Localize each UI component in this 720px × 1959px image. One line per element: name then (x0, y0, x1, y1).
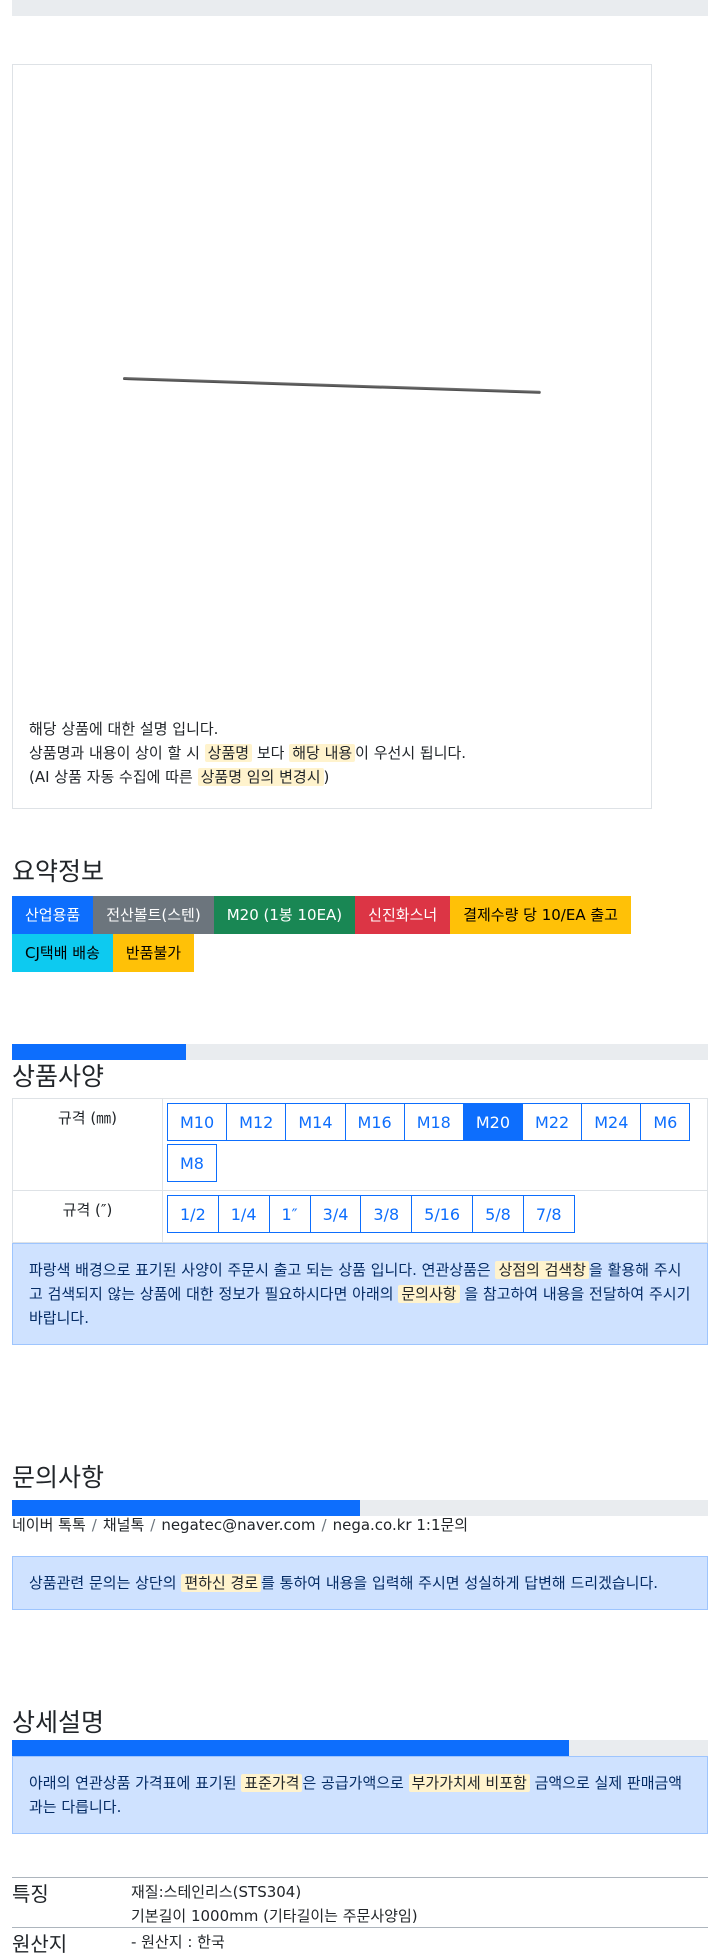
summary-badge: CJ택배 배송 (12, 934, 113, 972)
spec-option-button[interactable]: M6 (640, 1103, 691, 1141)
summary-title: 요약정보 (12, 857, 105, 886)
description-line-3: (AI 상품 자동 수집에 따른 상품명 임의 변경시) (29, 768, 330, 786)
highlight-inquiry: 문의사항 (398, 1285, 460, 1303)
highlight-preferred-route: 편하신 경로 (181, 1574, 262, 1592)
spec-option-button[interactable]: M18 (403, 1103, 464, 1141)
spec-option-button[interactable]: M16 (344, 1103, 405, 1141)
features-row: 특징 재질:스테인리스(STS304) 기본길이 1000mm (기타길이는 주… (12, 1877, 708, 1929)
features-line-1: 재질:스테인리스(STS304) (131, 1883, 302, 1901)
summary-badge: 반품불가 (112, 934, 195, 972)
description-line-2: 상품명과 내용이 상이 할 시 상품명 보다 해당 내용 이 우선시 됩니다. (29, 744, 467, 762)
highlight-product-name: 상품명 (204, 744, 253, 762)
detail-progress-bar (12, 1740, 708, 1756)
spec-row-mm: 규격 (㎜) M10 M12 M14 M16 M18 M20 M22 M24 M6 M8 (12, 1098, 708, 1191)
spec-option-button[interactable]: 1/4 (217, 1195, 270, 1233)
spec-option-button[interactable]: 3/4 (309, 1195, 362, 1233)
summary-badge: 신진화스너 (355, 896, 451, 934)
summary-badge: 결제수량 당 10/EA 출고 (450, 896, 631, 934)
summary-badge: 산업용품 (12, 896, 94, 934)
product-image-rod (122, 377, 541, 394)
description-line-1: 해당 상품에 대한 설명 입니다. (29, 720, 219, 738)
features-value: 재질:스테인리스(STS304) 기본길이 1000mm (기타길이는 주문사양… (131, 1880, 418, 1928)
spec-label-mm: 규격 (㎜) (12, 1098, 163, 1191)
spec-option-button[interactable]: M22 (522, 1103, 583, 1141)
spec-label-inch: 규격 (″) (12, 1190, 163, 1243)
origin-row: 원산지 - 원산지 : 한국 (12, 1927, 708, 1959)
features-label: 특징 (12, 1882, 49, 1906)
origin-value: - 원산지 : 한국 (131, 1933, 225, 1951)
link-separator: / (150, 1516, 156, 1534)
detail-title: 상세설명 (12, 1708, 105, 1737)
product-image-card: 해당 상품에 대한 설명 입니다. 상품명과 내용이 상이 할 시 상품명 보다… (12, 64, 652, 809)
link-separator: / (321, 1516, 327, 1534)
spec-option-button[interactable]: 3/8 (360, 1195, 413, 1233)
spec-option-button[interactable]: M12 (226, 1103, 287, 1141)
spec-options-mm: M10 M12 M14 M16 M18 M20 M22 M24 M6 M8 (163, 1099, 707, 1189)
highlight-name-change: 상품명 임의 변경시 (197, 768, 324, 786)
summary-badges-row-2: CJ택배 배송 반품불가 (12, 934, 195, 972)
highlight-standard-price: 표준가격 (241, 1774, 303, 1792)
spec-options-inch: 1/2 1/4 1″ 3/4 3/8 5/16 5/8 7/8 (163, 1191, 707, 1240)
spec-option-button[interactable]: M14 (285, 1103, 346, 1141)
spec-option-button[interactable]: 5/16 (411, 1195, 474, 1233)
spec-option-button[interactable]: M10 (167, 1103, 228, 1141)
spec-option-button[interactable]: 1″ (268, 1195, 311, 1233)
inquiry-link[interactable]: negatec@naver.com (161, 1516, 315, 1534)
detail-notice: 아래의 연관상품 가격표에 표기된 표준가격 은 공급가액으로 부가가치세 비포함… (12, 1756, 708, 1834)
product-description: 해당 상품에 대한 설명 입니다. 상품명과 내용이 상이 할 시 상품명 보다… (29, 717, 466, 789)
spec-option-button[interactable]: 1/2 (167, 1195, 219, 1233)
inquiry-link[interactable]: 채널톡 (103, 1516, 144, 1534)
spec-option-button[interactable]: M20 (462, 1103, 524, 1141)
spec-progress-bar (12, 1044, 708, 1060)
spec-title: 상품사양 (12, 1062, 105, 1091)
highlight-search-box: 상점의 검색창 (495, 1261, 590, 1279)
spec-notice: 파랑색 배경으로 표기된 사양이 주문시 출고 되는 상품 입니다. 연관상품은… (12, 1243, 708, 1345)
spec-option-button[interactable]: 7/8 (522, 1195, 575, 1233)
highlight-content: 해당 내용 (289, 744, 356, 762)
highlight-vat-excluded: 부가가치세 비포함 (408, 1774, 530, 1792)
spec-row-inch: 규격 (″) 1/2 1/4 1″ 3/4 3/8 5/16 5/8 7/8 (12, 1190, 708, 1243)
link-separator: / (91, 1516, 97, 1534)
detail-progress-fill (12, 1740, 569, 1756)
summary-badge: M20 (1봉 10EA) (213, 896, 356, 934)
top-progress-strip (12, 0, 708, 16)
spec-table: 규격 (㎜) M10 M12 M14 M16 M18 M20 M22 M24 M6 M8 규격 (… (12, 1098, 708, 1243)
spec-option-button[interactable]: M8 (167, 1144, 217, 1182)
inquiry-link[interactable]: nega.co.kr 1:1문의 (333, 1516, 469, 1534)
spec-option-button[interactable]: 5/8 (472, 1195, 524, 1233)
spec-option-button[interactable]: M24 (581, 1103, 642, 1141)
inquiry-link[interactable]: 네이버 톡톡 (12, 1516, 86, 1534)
features-line-2: 기본길이 1000mm (기타길이는 주문사양임) (131, 1907, 418, 1925)
summary-badges-row-1: 산업용품 전산볼트(스텐) M20 (1봉 10EA) 신진화스너 결제수량 당 10/… (12, 896, 631, 934)
inquiry-links: 네이버 톡톡 / 채널톡 / negatec@naver.com / nega.co.kr … (12, 1514, 468, 1535)
origin-label: 원산지 (12, 1932, 68, 1956)
summary-badge: 전산볼트(스텐) (93, 896, 214, 934)
inquiry-notice: 상품관련 문의는 상단의 편하신 경로 를 통하여 내용을 입력해 주시면 성실하… (12, 1556, 708, 1610)
inquiry-title: 문의사항 (12, 1463, 105, 1492)
